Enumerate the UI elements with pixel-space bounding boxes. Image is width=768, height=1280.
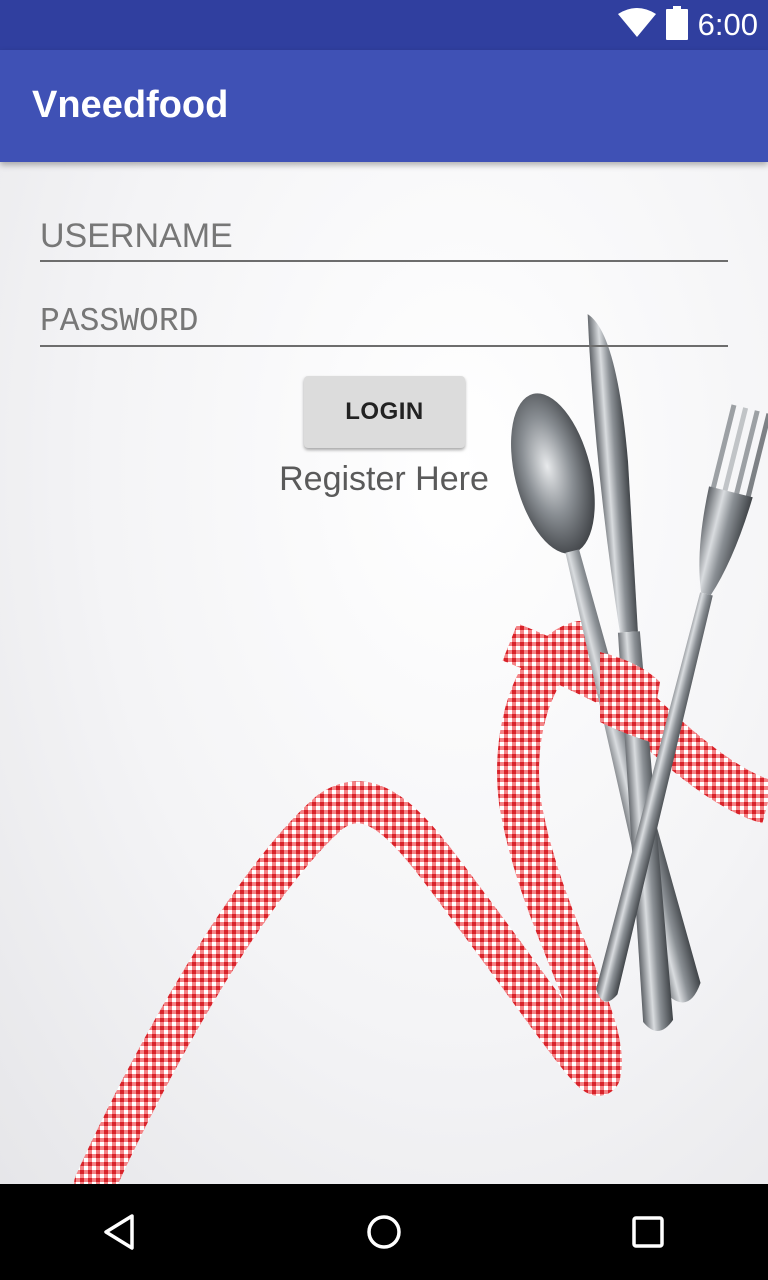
- battery-icon: [665, 5, 688, 45]
- recent-apps-button[interactable]: [588, 1184, 708, 1280]
- password-field[interactable]: [40, 287, 728, 347]
- login-button[interactable]: LOGIN: [304, 376, 465, 448]
- back-button[interactable]: [60, 1184, 180, 1280]
- app-title: Vneedfood: [32, 84, 229, 126]
- home-icon: [367, 1215, 401, 1249]
- login-screen: LOGIN Register Here: [0, 162, 768, 1184]
- recent-apps-icon: [632, 1216, 664, 1248]
- password-input[interactable]: [40, 287, 728, 345]
- navigation-bar: [0, 1184, 768, 1280]
- username-field[interactable]: [40, 202, 728, 262]
- status-icons: 6:00: [617, 0, 758, 50]
- status-time: 6:00: [697, 7, 758, 42]
- home-button[interactable]: [324, 1184, 444, 1280]
- wifi-icon: [617, 7, 656, 43]
- username-input[interactable]: [40, 202, 728, 260]
- back-icon: [104, 1214, 134, 1250]
- app-bar: Vneedfood: [0, 50, 768, 162]
- register-link[interactable]: Register Here: [0, 460, 768, 499]
- status-bar: 6:00: [0, 0, 768, 50]
